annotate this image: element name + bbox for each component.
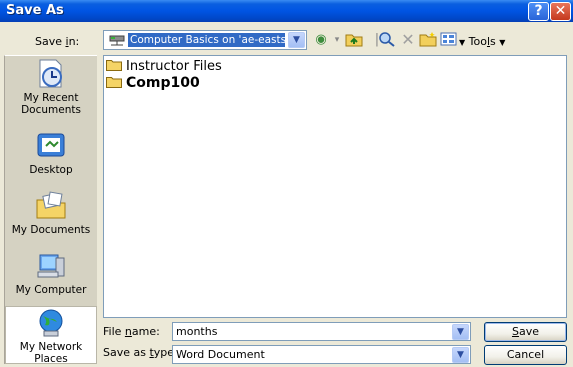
- chevron-down-icon[interactable]: ▼: [452, 347, 469, 363]
- file-name-label: File name:: [103, 325, 160, 338]
- desktop-icon: [37, 133, 65, 157]
- file-list[interactable]: Instructor Files Comp100: [103, 55, 567, 318]
- chevron-down-icon: ▼: [459, 38, 466, 47]
- save-as-type-value: Word Document: [176, 348, 265, 361]
- list-item-folder[interactable]: Comp100: [106, 75, 200, 91]
- file-name-field[interactable]: months ▼: [172, 322, 471, 341]
- back-dropdown-icon[interactable]: ▾: [328, 31, 346, 49]
- network-drive-icon: [109, 35, 125, 46]
- views-icon[interactable]: [440, 31, 458, 49]
- place-my-recent-documents[interactable]: My Recent Documents: [5, 58, 97, 116]
- places-bar: My Recent Documents Desktop My Documents…: [4, 55, 97, 365]
- new-folder-icon[interactable]: [419, 31, 437, 49]
- place-my-computer[interactable]: My Computer: [5, 250, 97, 296]
- close-button[interactable]: ✕: [550, 2, 571, 21]
- save-as-type-label: Save as type:: [103, 346, 178, 359]
- search-web-icon[interactable]: [378, 31, 396, 49]
- place-my-documents[interactable]: My Documents: [5, 190, 97, 236]
- place-label: My Documents: [11, 224, 91, 236]
- place-my-network-places[interactable]: My Network Places: [5, 306, 97, 365]
- place-label: Desktop: [29, 164, 73, 176]
- save-as-type-dropdown[interactable]: Word Document ▼: [172, 345, 471, 364]
- network-places-icon: [39, 309, 63, 337]
- file-name-value: months: [176, 325, 218, 338]
- chevron-down-icon[interactable]: ▼: [452, 324, 469, 340]
- up-folder-icon[interactable]: [345, 31, 363, 49]
- delete-icon[interactable]: ✕: [399, 31, 417, 49]
- chevron-down-icon: ▼: [499, 38, 506, 47]
- help-button[interactable]: ?: [528, 2, 549, 21]
- my-computer-icon: [37, 254, 65, 278]
- title-bar: Save As ? ✕: [0, 0, 573, 22]
- save-in-value: Computer Basics on 'ae-easts...: [128, 33, 285, 47]
- place-label: My Computer: [15, 284, 87, 296]
- tools-menu-button[interactable]: ▼ Tools ▼: [459, 35, 505, 48]
- my-documents-icon: [36, 191, 66, 219]
- window-title: Save As: [6, 3, 64, 18]
- list-item-folder[interactable]: Instructor Files: [106, 59, 222, 74]
- file-name: Instructor Files: [126, 59, 222, 74]
- folder-icon: [106, 60, 122, 71]
- cancel-button[interactable]: Cancel: [484, 345, 567, 365]
- place-label: My Network Places: [19, 341, 83, 365]
- folder-icon: [106, 77, 122, 88]
- tools-label: Tools: [468, 35, 496, 48]
- save-button[interactable]: Save: [484, 322, 567, 342]
- place-desktop[interactable]: Desktop: [5, 130, 97, 176]
- place-label: My Recent Documents: [21, 92, 81, 116]
- recent-documents-icon: [39, 59, 62, 88]
- file-name: Comp100: [126, 75, 200, 91]
- save-in-dropdown[interactable]: Computer Basics on 'ae-easts... ▼: [103, 30, 307, 50]
- chevron-down-icon[interactable]: ▼: [288, 32, 305, 48]
- save-in-label: Save in:: [35, 35, 80, 48]
